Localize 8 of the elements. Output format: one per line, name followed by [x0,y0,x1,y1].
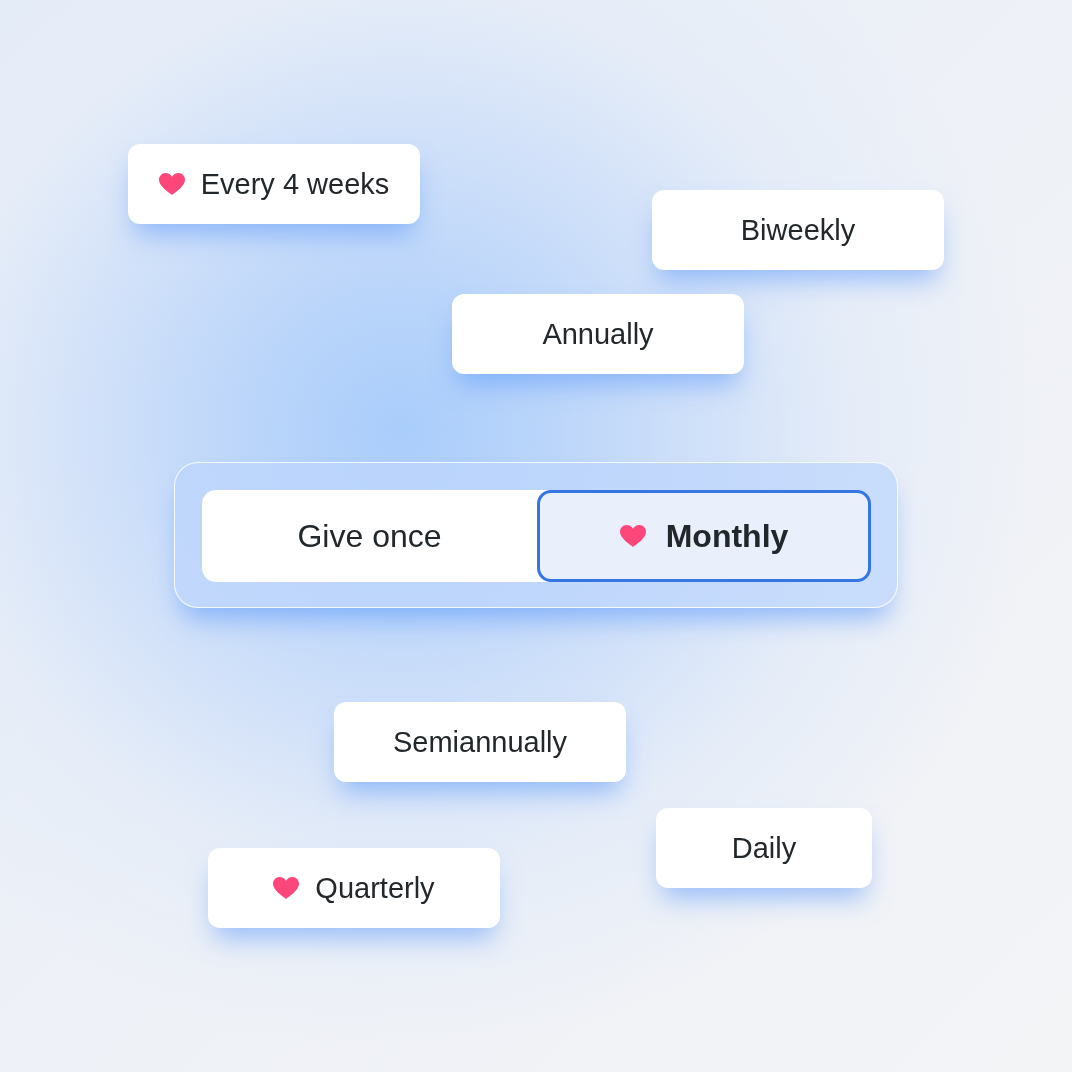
frequency-chip[interactable]: Quarterly [208,848,500,928]
frequency-option[interactable]: Monthly [537,490,871,582]
frequency-chip[interactable]: Every 4 weeks [128,144,420,224]
frequency-option[interactable]: Give once [202,490,537,582]
frequency-chip[interactable]: Biweekly [652,190,944,270]
frequency-chip[interactable]: Annually [452,294,744,374]
frequency-chip[interactable]: Semiannually [334,702,626,782]
frequency-chip[interactable]: Daily [656,808,872,888]
